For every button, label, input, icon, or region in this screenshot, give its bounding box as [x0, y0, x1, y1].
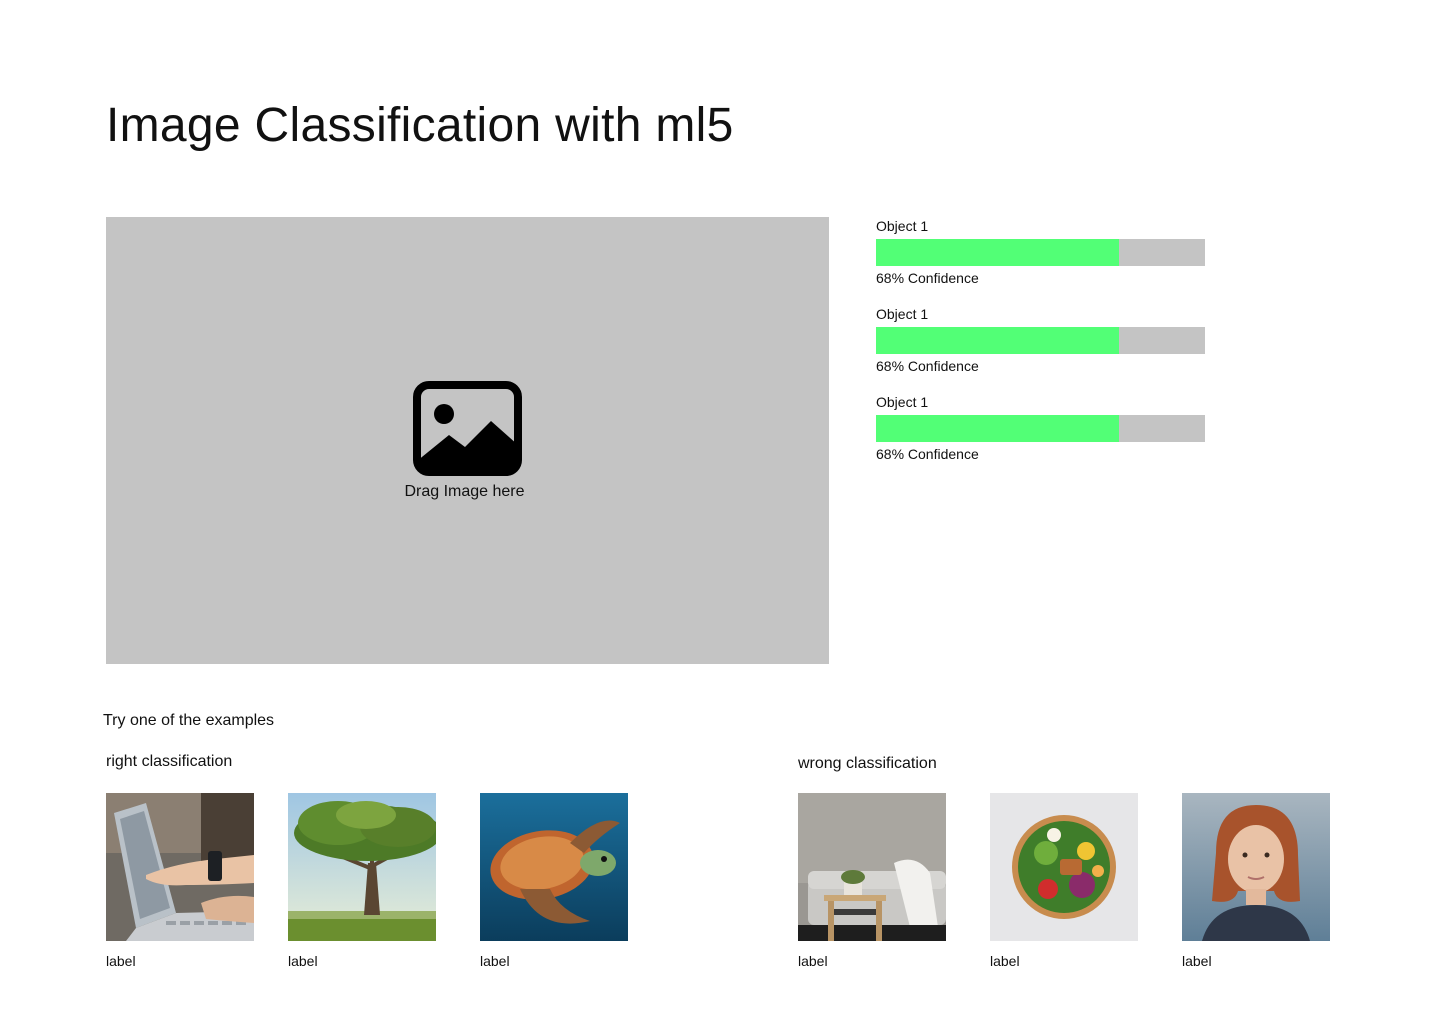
example-label: label	[798, 953, 828, 969]
example-label: label	[990, 953, 1020, 969]
salad-bowl-photo	[990, 793, 1138, 941]
confidence-text: 68% Confidence	[876, 446, 979, 462]
example-label: label	[480, 953, 510, 969]
confidence-text: 68% Confidence	[876, 358, 979, 374]
confidence-bar-fill	[876, 415, 1120, 442]
example-label: label	[1182, 953, 1212, 969]
right-classification-title: right classification	[106, 753, 233, 770]
living-room-photo	[798, 793, 946, 941]
example-thumbnail[interactable]: label	[1182, 793, 1330, 970]
wrong-classification-title: wrong classification	[798, 755, 937, 772]
image-icon	[413, 381, 522, 476]
confidence-text: 68% Confidence	[876, 270, 979, 286]
results-panel: Object 1 68% Confidence Object 1 68% Con…	[876, 217, 1206, 481]
example-label: label	[288, 953, 318, 969]
laptop-hands-photo	[106, 793, 254, 941]
image-dropzone[interactable]: Drag Image here	[106, 217, 829, 664]
sea-turtle-photo	[480, 793, 628, 941]
result-item: Object 1 68% Confidence	[876, 305, 1206, 393]
example-thumbnail[interactable]: label	[106, 793, 254, 970]
result-name: Object 1	[876, 394, 929, 410]
confidence-bar	[876, 415, 1205, 442]
result-item: Object 1 68% Confidence	[876, 393, 1206, 481]
woman-portrait-photo	[1182, 793, 1330, 941]
dropzone-label: Drag Image here	[404, 483, 525, 500]
confidence-bar-fill	[876, 239, 1120, 266]
confidence-bar-fill	[876, 327, 1120, 354]
examples-title: Try one of the examples	[103, 712, 275, 729]
result-item: Object 1 68% Confidence	[876, 217, 1206, 305]
result-name: Object 1	[876, 306, 929, 322]
result-name: Object 1	[876, 218, 929, 234]
example-thumbnail[interactable]: label	[480, 793, 628, 970]
confidence-bar	[876, 239, 1205, 266]
example-label: label	[106, 953, 136, 969]
page: Image Classification with ml5 Drag Image…	[0, 0, 1440, 1024]
example-thumbnail[interactable]: label	[990, 793, 1138, 970]
example-thumbnail[interactable]: label	[288, 793, 436, 970]
tree-photo	[288, 793, 436, 941]
confidence-bar	[876, 327, 1205, 354]
example-thumbnail[interactable]: label	[798, 793, 946, 970]
page-title: Image Classification with ml5	[106, 99, 734, 152]
